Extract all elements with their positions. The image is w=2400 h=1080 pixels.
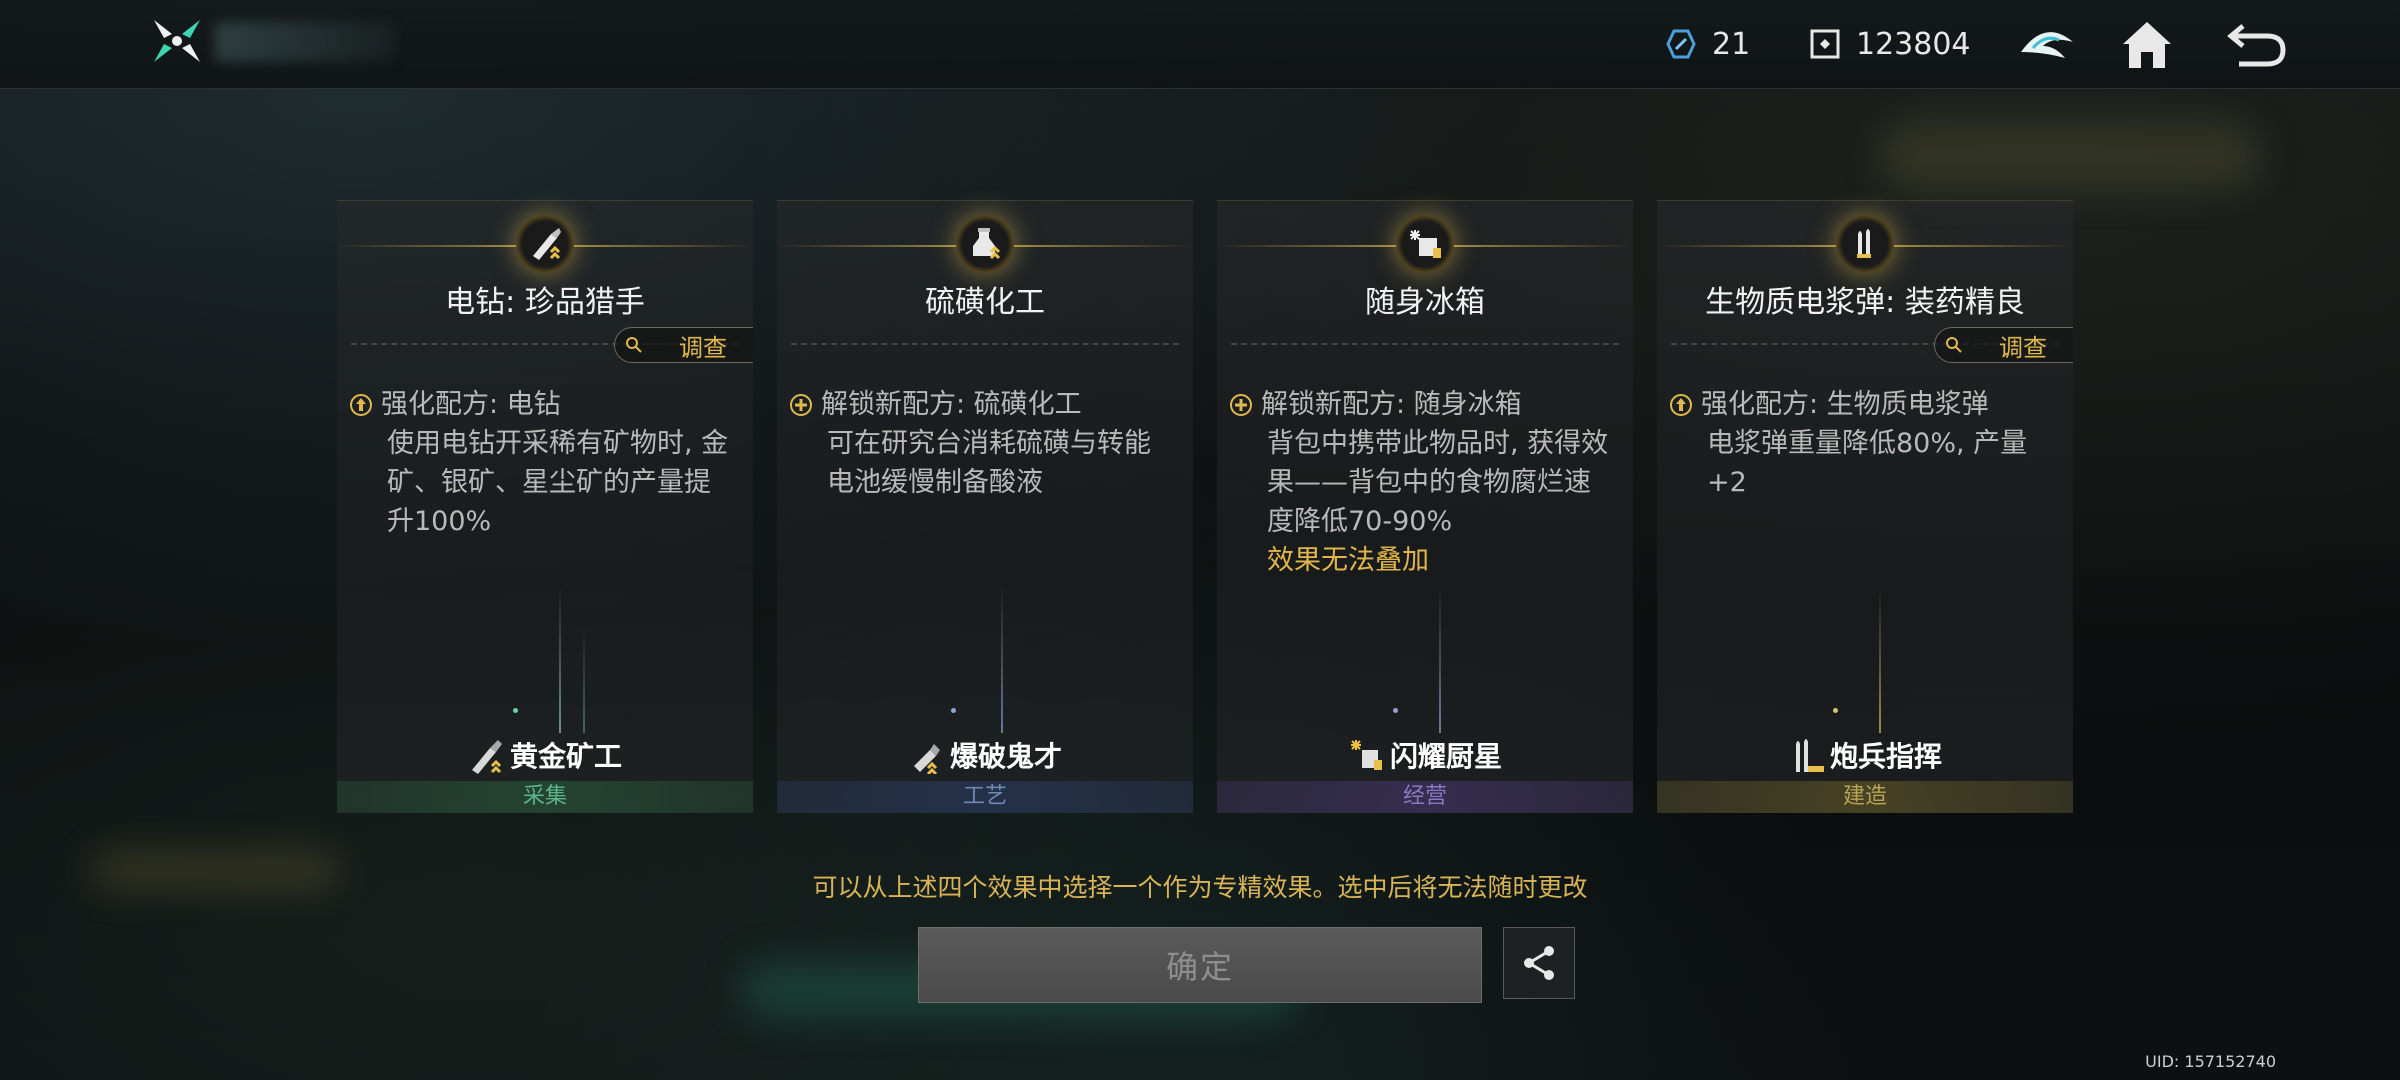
card-title: 电钻: 珍品猎手 [445, 285, 645, 320]
effect-description: 强化配方: 生物质电浆弹 电浆弹重量降低80%, 产量+2 [1669, 385, 2055, 502]
category-label: 工艺 [962, 784, 1007, 809]
back-icon[interactable] [2225, 12, 2289, 76]
card-divider [1231, 343, 1619, 345]
game-logo-icon [154, 20, 200, 62]
light-beam [583, 623, 585, 733]
confirm-label: 确定 [1165, 948, 1234, 986]
sulfur-bottle-icon [973, 228, 1001, 260]
category-label: 采集 [522, 784, 567, 809]
unlock-plus-icon [1230, 393, 1252, 416]
card-medal [516, 215, 574, 273]
home-icon[interactable] [2115, 12, 2179, 76]
upgrade-icon [1670, 393, 1692, 416]
share-icon [1524, 946, 1554, 980]
search-icon [626, 337, 642, 353]
card-title: 硫磺化工 [925, 285, 1045, 320]
resource-coin: 123804 [1808, 22, 1971, 66]
effect-body: 可在研究台消耗硫磺与转能电池缓慢制备酸液 [827, 428, 1151, 498]
category-label: 建造 [1842, 784, 1887, 809]
blurred-title [215, 22, 395, 62]
unlock-plus-icon [790, 393, 812, 416]
investigate-label: 调查 [679, 333, 727, 362]
effect-card-icebox[interactable]: 随身冰箱 解锁新配方: 随身冰箱 背包中携带此物品时, 获得效果——背包中的食物… [1217, 200, 1633, 813]
category-tag: 工艺 [777, 781, 1193, 813]
top-bar: 21 123804 [0, 0, 2400, 89]
bio-slurry-ammo-icon [1857, 229, 1871, 258]
light-beam [559, 583, 561, 733]
background-blur [1880, 120, 2260, 190]
coin-icon [1810, 29, 1840, 59]
effect-description: 解锁新配方: 硫磺化工 可在研究台消耗硫磺与转能电池缓慢制备酸液 [789, 385, 1175, 502]
energy-value: 21 [1712, 26, 1751, 62]
card-divider [791, 343, 1179, 345]
sparkle [1393, 708, 1398, 713]
role-name: 黄金矿工 [337, 735, 753, 775]
sparkle [951, 708, 956, 713]
effect-description: 解锁新配方: 随身冰箱 背包中携带此物品时, 获得效果——背包中的食物腐烂速度降… [1229, 385, 1615, 580]
sulfur-bottle-icon [913, 744, 940, 774]
light-beam [1439, 583, 1441, 733]
coin-value: 123804 [1856, 26, 1971, 62]
effect-card-bio-ammo[interactable]: 生物质电浆弹: 装药精良 调查 强化配方: 生物质电浆弹 电浆弹重量降低80%,… [1657, 200, 2073, 813]
effect-card-sulfur[interactable]: 硫磺化工 解锁新配方: 硫磺化工 可在研究台消耗硫磺与转能电池缓慢制备酸液 爆破… [777, 200, 1193, 813]
confirm-button[interactable]: 确定 [918, 927, 1482, 1003]
upgrade-icon [350, 393, 372, 416]
effect-body: 背包中携带此物品时, 获得效果——背包中的食物腐烂速度降低70-90% [1267, 428, 1609, 537]
role-name: 爆破鬼才 [777, 735, 1193, 775]
effect-body: 使用电钻开采稀有矿物时, 金矿、银矿、星尘矿的产量提升100% [387, 428, 729, 537]
category-tag: 采集 [337, 781, 753, 813]
effect-title: 强化配方: 生物质电浆弹 [1701, 389, 1989, 420]
role-label: 爆破鬼才 [949, 740, 1062, 773]
selection-hint: 可以从上述四个效果中选择一个作为专精效果。选中后将无法随时更改 [812, 873, 1588, 902]
ice-box-icon [1350, 740, 1382, 770]
card-medal [956, 215, 1014, 273]
card-medal [1396, 215, 1454, 273]
bio-slurry-ammo-icon [1795, 739, 1824, 772]
category-tag: 经营 [1217, 781, 1633, 813]
energy-crystal-icon [1666, 29, 1696, 59]
role-label: 黄金矿工 [509, 740, 622, 773]
role-label: 闪耀厨星 [1389, 740, 1502, 773]
role-name: 炮兵指挥 [1657, 735, 2073, 775]
effect-body: 电浆弹重量降低80%, 产量+2 [1707, 428, 2028, 498]
role-label: 炮兵指挥 [1829, 740, 1942, 773]
effect-card-drill[interactable]: 电钻: 珍品猎手 调查 强化配方: 电钻 使用电钻开采稀有矿物时, 金矿、银矿、… [337, 200, 753, 813]
effect-title: 解锁新配方: 随身冰箱 [1261, 389, 1522, 420]
light-beam [1001, 583, 1003, 733]
drill-icon [533, 228, 561, 260]
light-beam [1879, 583, 1881, 733]
card-medal [1836, 215, 1894, 273]
sparkle [513, 708, 518, 713]
investigate-button[interactable]: 调查 [1934, 327, 2073, 363]
investigate-button[interactable]: 调查 [614, 327, 753, 363]
investigate-label: 调查 [1999, 333, 2047, 362]
resource-energy: 21 [1664, 22, 1750, 66]
effect-title: 解锁新配方: 硫磺化工 [821, 389, 1082, 420]
role-name: 闪耀厨星 [1217, 735, 1633, 775]
emblem-icon[interactable] [2015, 12, 2079, 76]
effect-title: 强化配方: 电钻 [381, 389, 561, 420]
share-button[interactable] [1503, 927, 1575, 999]
search-icon [1946, 337, 1962, 353]
effect-description: 强化配方: 电钻 使用电钻开采稀有矿物时, 金矿、银矿、星尘矿的产量提升100% [349, 385, 735, 541]
category-tag: 建造 [1657, 781, 2073, 813]
ice-box-icon [1410, 230, 1441, 258]
card-title: 生物质电浆弹: 装药精良 [1705, 285, 2025, 320]
card-title: 随身冰箱 [1365, 285, 1485, 320]
user-id: UID: 157152740 [2145, 1052, 2276, 1071]
category-label: 经营 [1402, 784, 1447, 809]
drill-icon [471, 740, 502, 774]
sparkle [1833, 708, 1838, 713]
effect-warning: 效果无法叠加 [1267, 545, 1429, 576]
